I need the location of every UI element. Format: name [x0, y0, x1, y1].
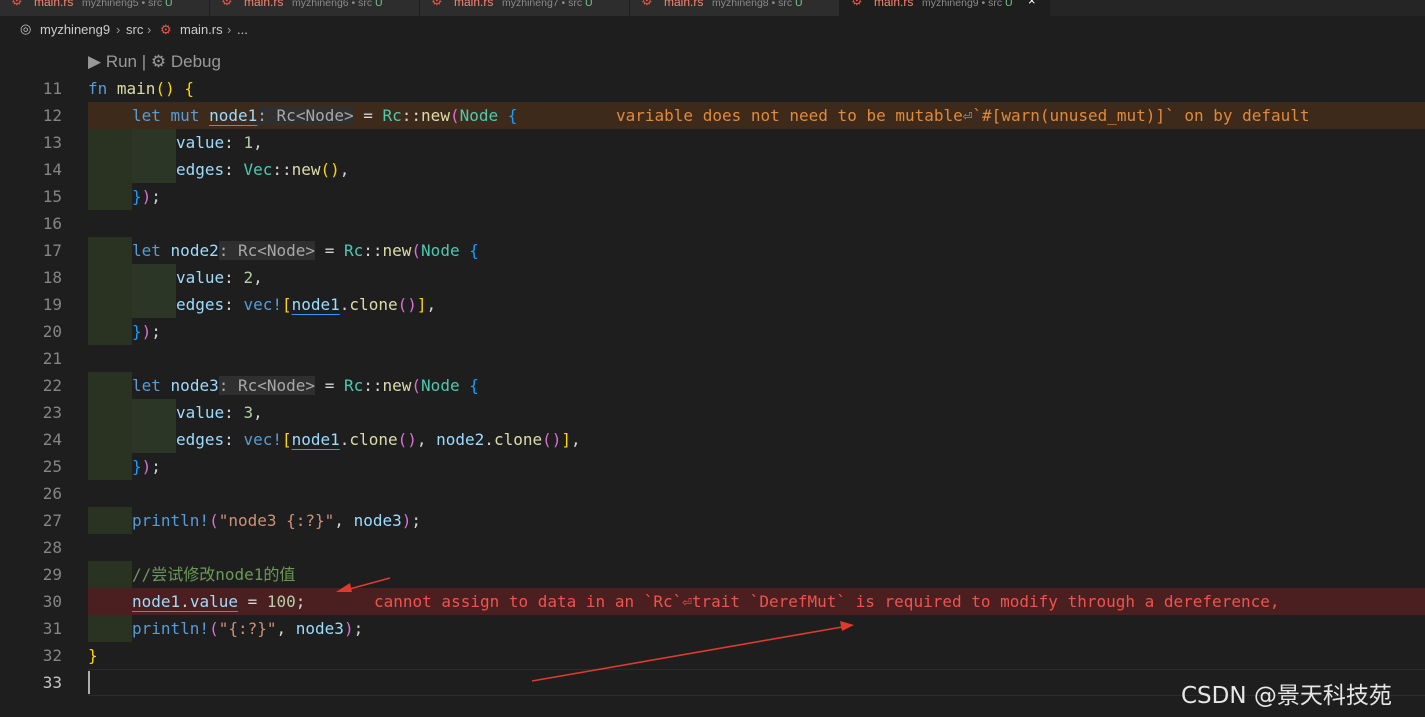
rust-file-icon: ⚙ [851, 0, 863, 8]
tab-main-rs-myzhineng6[interactable]: ⚙ main.rs myzhineng6 • src U [210, 0, 420, 16]
line-number: 27 [42, 511, 62, 530]
breadcrumb-item-file[interactable]: main.rs [180, 22, 223, 37]
codelens-separator: | [141, 52, 147, 71]
tab-path: myzhineng9 • src U [922, 0, 1013, 9]
breadcrumb-item-project[interactable]: myzhineng9 [40, 22, 110, 37]
line-number: 32 [42, 646, 62, 665]
line-number: 31 [42, 619, 62, 638]
indent-guide [88, 615, 132, 642]
tab-main-rs-myzhineng7[interactable]: ⚙ main.rs myzhineng7 • src U [420, 0, 630, 16]
code-line-17[interactable]: let node2: Rc<Node> = Rc::new(Node { [132, 237, 479, 264]
indent-guide [88, 372, 132, 480]
code-line-24[interactable]: edges: vec![node1.clone(), node2.clone()… [176, 426, 581, 453]
tab-filename: main.rs [454, 0, 494, 9]
code-line-19[interactable]: edges: vec![node1.clone()], [176, 291, 436, 318]
rust-file-icon: ⚙ [641, 0, 653, 8]
codelens-debug[interactable]: Debug [171, 52, 221, 71]
tab-filename: main.rs [874, 0, 914, 9]
watermark: CSDN @景天科技苑 [1181, 683, 1392, 709]
indent-guide [132, 264, 176, 318]
code-line-15[interactable]: }); [132, 183, 161, 210]
breadcrumb-separator: › [227, 22, 232, 37]
code-line-30[interactable]: node1.value = 100; [132, 588, 305, 615]
tab-filename: main.rs [664, 0, 704, 9]
codelens-run[interactable]: Run [106, 52, 137, 71]
inlay-type-hint: : Rc<Node> [257, 106, 354, 125]
code-line-32[interactable]: } [88, 642, 98, 669]
breadcrumb-separator: › [147, 22, 152, 37]
tab-main-rs-myzhineng9[interactable]: ⚙ main.rs myzhineng9 • src U × [840, 0, 1050, 16]
code-line-25[interactable]: }); [132, 453, 161, 480]
tab-filename: main.rs [244, 0, 284, 9]
line-number: 12 [42, 106, 62, 125]
code-line-13[interactable]: value: 1, [176, 129, 263, 156]
code-line-29-comment[interactable]: //尝试修改node1的值 [132, 561, 295, 588]
line-number: 16 [42, 214, 62, 233]
code-line-23[interactable]: value: 3, [176, 399, 263, 426]
breadcrumb: ◎ myzhineng9 › src › ⚙ main.rs › ... [0, 16, 1425, 42]
indent-guide [88, 237, 132, 345]
line-number: 28 [42, 538, 62, 557]
line-number: 25 [42, 457, 62, 476]
breadcrumb-item-symbols[interactable]: ... [237, 22, 248, 37]
code-line-31[interactable]: println!("{:?}", node3); [132, 615, 363, 642]
editor-tab-bar: ⚙ main.rs myzhineng5 • src U ⚙ main.rs m… [0, 0, 1425, 16]
tab-main-rs-myzhineng8[interactable]: ⚙ main.rs myzhineng8 • src U [630, 0, 840, 16]
gear-icon[interactable]: ⚙ [151, 52, 166, 71]
line-number: 19 [42, 295, 62, 314]
line-number: 22 [42, 376, 62, 395]
inlay-type-hint: : Rc<Node> [218, 241, 316, 260]
line-number: 30 [42, 592, 62, 611]
line-number: 23 [42, 403, 62, 422]
indent-guide [132, 399, 176, 453]
play-icon[interactable]: ▶ [88, 52, 101, 71]
indent-guide [88, 129, 132, 210]
indent-guide [132, 129, 176, 183]
line-number: 29 [42, 565, 62, 584]
line-number: 18 [42, 268, 62, 287]
text-cursor [88, 671, 90, 694]
inlay-type-hint: : Rc<Node> [218, 376, 316, 395]
inline-warning-message: variable does not need to be mutable⏎`#[… [616, 106, 1310, 125]
code-line-11[interactable]: fn main() { [88, 75, 194, 102]
indent-guide [88, 507, 132, 534]
rust-file-icon: ⚙ [11, 0, 23, 8]
code-line-27[interactable]: println!("node3 {:?}", node3); [132, 507, 421, 534]
line-number: 15 [42, 187, 62, 206]
tab-path: myzhineng6 • src U [292, 0, 383, 9]
code-line-14[interactable]: edges: Vec::new(), [176, 156, 349, 183]
rust-file-icon: ⚙ [160, 22, 172, 37]
tab-path: myzhineng7 • src U [502, 0, 593, 9]
tab-main-rs-myzhineng5[interactable]: ⚙ main.rs myzhineng5 • src U [0, 0, 210, 16]
line-number: 13 [42, 133, 62, 152]
close-icon[interactable]: × [1028, 0, 1036, 7]
inline-error-message: cannot assign to data in an `Rc`⏎trait `… [374, 592, 1280, 611]
rust-file-icon: ⚙ [221, 0, 233, 8]
code-line-18[interactable]: value: 2, [176, 264, 263, 291]
codelens: ▶ Run | ⚙ Debug [88, 52, 221, 72]
tab-path: myzhineng8 • src U [712, 0, 803, 9]
breadcrumb-item-src[interactable]: src [126, 22, 143, 37]
line-number: 20 [42, 322, 62, 341]
line-number: 14 [42, 160, 62, 179]
tab-filename: main.rs [34, 0, 74, 9]
project-icon: ◎ [20, 21, 32, 36]
line-number: 11 [42, 79, 62, 98]
breadcrumb-separator: › [116, 22, 121, 37]
indent-guide [88, 561, 132, 588]
code-line-20[interactable]: }); [132, 318, 161, 345]
line-number: 26 [42, 484, 62, 503]
code-line-12[interactable]: let mut node1: Rc<Node> = Rc::new(Node { [132, 102, 517, 129]
code-editor[interactable]: ▶ Run | ⚙ Debug 11 12 13 14 15 16 17 18 … [0, 42, 1425, 717]
code-line-22[interactable]: let node3: Rc<Node> = Rc::new(Node { [132, 372, 479, 399]
rust-file-icon: ⚙ [431, 0, 443, 8]
line-number: 17 [42, 241, 62, 260]
line-number-current: 33 [42, 673, 62, 692]
line-number: 24 [42, 430, 62, 449]
tab-path: myzhineng5 • src U [82, 0, 173, 9]
line-number: 21 [42, 349, 62, 368]
